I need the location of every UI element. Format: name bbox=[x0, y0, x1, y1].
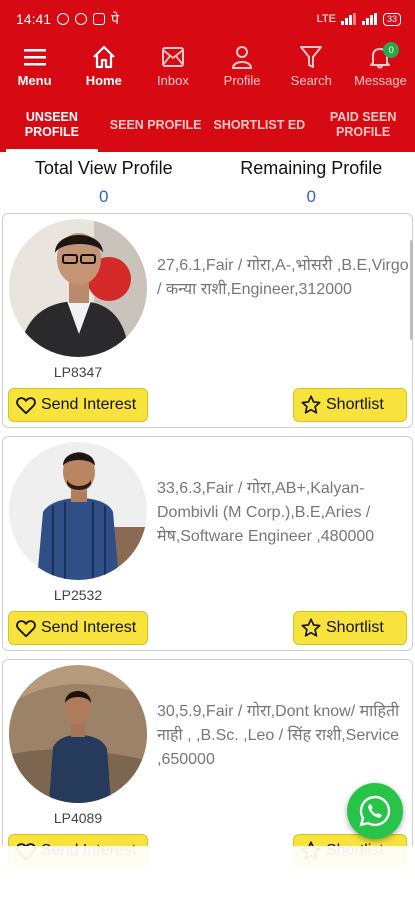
total-view-stat: Total View Profile 0 bbox=[0, 152, 208, 212]
profile-stats: Total View Profile 0 Remaining Profile 0 bbox=[0, 152, 415, 212]
profile-photo-image bbox=[9, 219, 147, 357]
send-interest-label: Send Interest bbox=[41, 396, 137, 413]
person-icon bbox=[232, 46, 253, 69]
remaining-stat: Remaining Profile 0 bbox=[208, 152, 415, 212]
recent-apps-icon[interactable] bbox=[61, 865, 77, 881]
network-label: LTE bbox=[316, 13, 336, 25]
signal-icon bbox=[340, 13, 356, 25]
whatsapp-icon bbox=[359, 795, 391, 827]
app-notification-icon bbox=[93, 13, 106, 25]
top-navigation: Menu Home Inbox Profile Search 0 Message bbox=[0, 38, 415, 98]
profile-id: LP8347 bbox=[53, 364, 103, 380]
nav-message[interactable]: 0 Message bbox=[346, 38, 415, 98]
remaining-label: Remaining Profile bbox=[240, 158, 383, 178]
star-icon bbox=[301, 395, 321, 414]
nav-menu-label: Menu bbox=[17, 73, 52, 88]
message-count-badge: 0 bbox=[383, 42, 400, 58]
nav-search[interactable]: Search bbox=[277, 38, 346, 98]
home-system-icon[interactable] bbox=[199, 865, 215, 881]
filter-icon bbox=[300, 46, 323, 68]
star-icon bbox=[301, 618, 321, 637]
nav-profile[interactable]: Profile bbox=[208, 38, 277, 98]
send-interest-button[interactable]: Send Interest bbox=[8, 388, 148, 422]
battery-icon: 33 bbox=[382, 12, 401, 26]
tab-shortlisted[interactable]: SHORTLIST ED bbox=[208, 98, 312, 152]
nav-inbox[interactable]: Inbox bbox=[138, 38, 207, 98]
profile-photo[interactable] bbox=[9, 442, 147, 580]
home-icon bbox=[92, 45, 115, 69]
whatsapp-button[interactable] bbox=[347, 783, 403, 839]
notification-icon bbox=[57, 13, 70, 25]
shortlist-label: Shortlist bbox=[326, 396, 384, 413]
system-navigation-bar bbox=[0, 846, 415, 900]
profile-id: LP4089 bbox=[53, 810, 103, 826]
send-interest-button[interactable]: Send Interest bbox=[8, 611, 148, 645]
status-bar: 14:41 पे LTE 33 bbox=[0, 0, 415, 38]
send-interest-label: Send Interest bbox=[41, 619, 137, 636]
nav-message-label: Message bbox=[354, 73, 407, 88]
status-right: LTE 33 bbox=[316, 12, 401, 26]
nav-menu[interactable]: Menu bbox=[0, 38, 69, 98]
scrollbar[interactable] bbox=[410, 240, 413, 340]
profile-photo[interactable] bbox=[9, 665, 147, 803]
profile-tabs: UNSEEN PROFILE SEEN PROFILE SHORTLIST ED… bbox=[0, 98, 415, 152]
tab-paid-seen-profile[interactable]: PAID SEEN PROFILE bbox=[311, 98, 415, 152]
status-left: 14:41 पे bbox=[16, 10, 119, 29]
nav-home-label: Home bbox=[85, 73, 122, 88]
status-time: 14:41 bbox=[16, 11, 52, 27]
back-icon[interactable] bbox=[338, 865, 354, 881]
profile-photo-image bbox=[9, 665, 147, 803]
nav-search-label: Search bbox=[290, 73, 332, 88]
profile-id: LP2532 bbox=[53, 587, 103, 603]
profile-details: 30,5.9,Fair / गोरा,Dont know/ माहिती नाह… bbox=[157, 703, 400, 768]
signal-icon-2 bbox=[361, 13, 377, 25]
inbox-icon bbox=[161, 47, 184, 67]
nav-profile-label: Profile bbox=[223, 73, 261, 88]
profile-details: 27,6.1,Fair / गोरा,A-,भोसरी ,B.E,Virgo /… bbox=[157, 257, 409, 298]
shortlist-label: Shortlist bbox=[326, 619, 384, 636]
heart-icon bbox=[16, 397, 36, 415]
profile-photo[interactable] bbox=[9, 219, 147, 357]
heart-icon bbox=[16, 620, 36, 638]
hamburger-icon bbox=[23, 49, 46, 66]
total-view-label: Total View Profile bbox=[34, 158, 173, 178]
nav-home[interactable]: Home bbox=[69, 38, 138, 98]
profile-details: 33,6.3,Fair / गोरा,AB+,Kalyan-Dombivli (… bbox=[157, 480, 375, 545]
remaining-value: 0 bbox=[306, 187, 316, 206]
record-icon bbox=[75, 13, 88, 25]
total-view-value: 0 bbox=[99, 187, 109, 206]
tab-seen-profile[interactable]: SEEN PROFILE bbox=[104, 98, 208, 152]
shortlist-button[interactable]: Shortlist bbox=[293, 388, 407, 422]
payment-app-icon: पे bbox=[111, 10, 119, 27]
profile-card[interactable]: LP4089 30,5.9,Fair / गोरा,Dont know/ माह… bbox=[2, 659, 413, 874]
profile-card[interactable]: LP8347 27,6.1,Fair / गोरा,A-,भोसरी ,B.E,… bbox=[2, 213, 413, 428]
nav-inbox-label: Inbox bbox=[157, 73, 189, 88]
profile-photo-image bbox=[9, 442, 147, 580]
shortlist-button[interactable]: Shortlist bbox=[293, 611, 407, 645]
profile-card[interactable]: LP2532 33,6.3,Fair / गोरा,AB+,Kalyan-Dom… bbox=[2, 436, 413, 651]
tab-unseen-profile[interactable]: UNSEEN PROFILE bbox=[0, 98, 104, 152]
